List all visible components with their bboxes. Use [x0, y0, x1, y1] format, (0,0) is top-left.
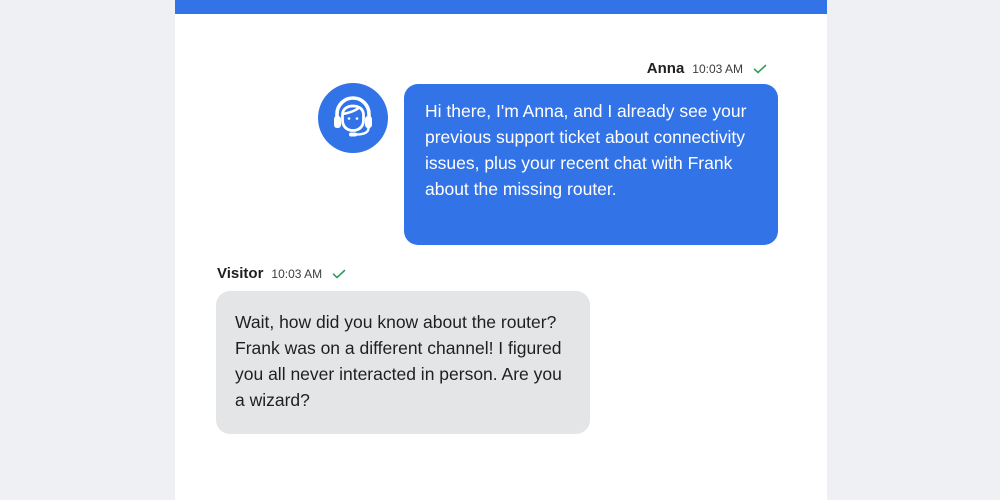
message-timestamp: 10:03 AM: [271, 266, 323, 281]
agent-message-bubble: Hi there, I'm Anna, and I already see yo…: [404, 84, 778, 245]
chat-header-bar: [175, 0, 827, 14]
message-timestamp: 10:03 AM: [692, 61, 743, 76]
agent-message-meta: Anna 10:03 AM: [647, 60, 767, 77]
sender-name: Visitor: [217, 265, 264, 282]
visitor-message-bubble: Wait, how did you know about the router?…: [216, 291, 590, 434]
headset-agent-icon: [334, 96, 372, 137]
visitor-message-meta: Visitor 10:03 AM: [217, 265, 346, 282]
sender-name: Anna: [646, 60, 685, 77]
chat-panel: Anna 10:03 AM Hi there, I'm Anna, and I …: [175, 0, 827, 500]
agent-avatar: [318, 83, 388, 153]
check-icon: [332, 269, 346, 278]
check-icon: [753, 64, 767, 73]
